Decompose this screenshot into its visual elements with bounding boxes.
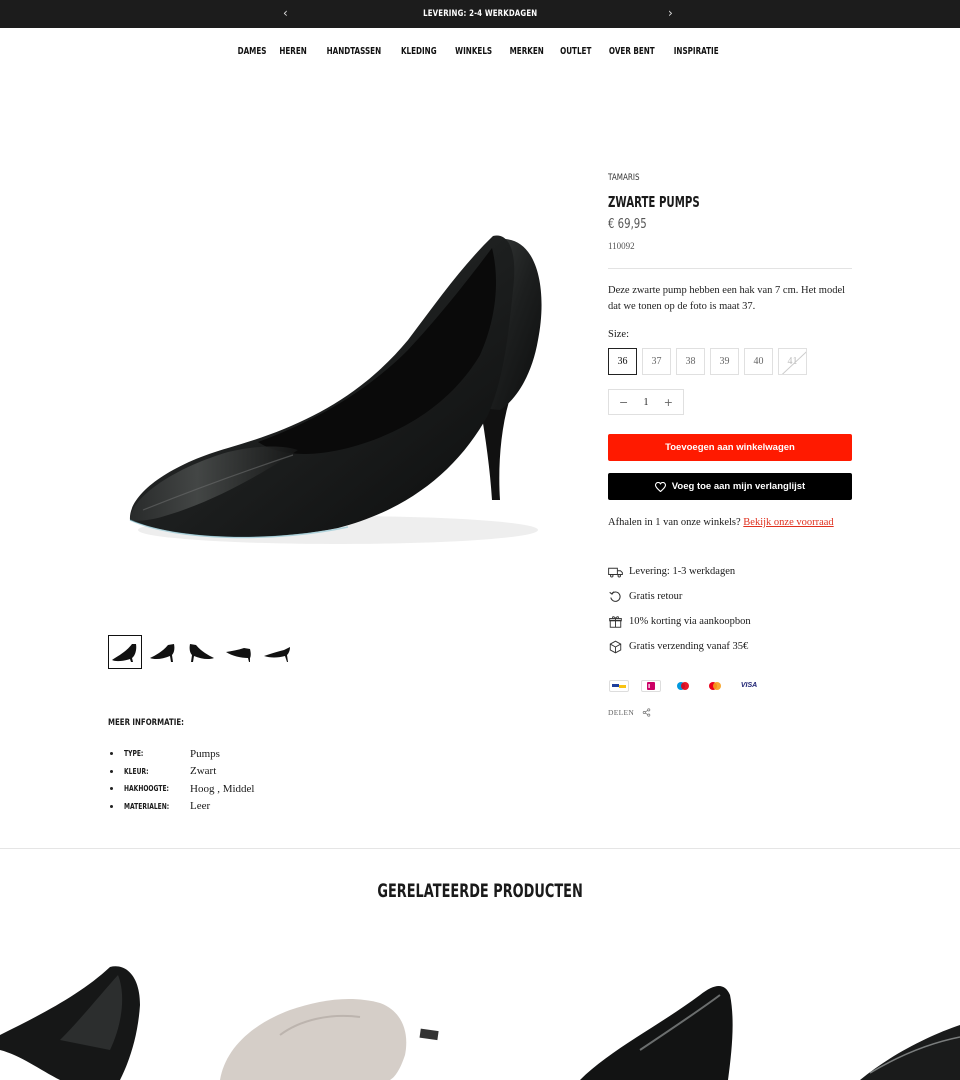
gift-icon [609,615,622,628]
next-announcement-button[interactable]: › [668,6,673,20]
wishlist-label: Voeg toe aan mijn verlanglijst [671,481,806,492]
share-button[interactable]: DELEN [608,708,651,717]
related-product-4-image[interactable] [860,1025,960,1080]
share-icon [642,708,651,717]
size-selector: 36 37 38 39 40 41 [608,348,807,375]
info-value: Pumps [190,747,220,760]
info-row-kleur: KLEUR: Zwart [110,763,254,781]
product-brand[interactable]: TAMARIS [608,173,640,183]
visa-icon: VISA [736,678,762,693]
related-product-3-image[interactable] [580,986,733,1080]
usp-text: Gratis retour [629,591,683,602]
nav-dames[interactable]: DAMES [238,46,267,57]
related-product-1-image[interactable] [0,966,140,1080]
size-option-36[interactable]: 36 [608,348,637,375]
nav-winkels[interactable]: WINKELS [455,46,492,57]
info-key: KLEUR: [124,766,149,776]
nav-handtassen[interactable]: HANDTASSEN [327,46,382,57]
related-products-title: GERELATEERDE PRODUCTEN [377,880,583,902]
thumbnail-5[interactable] [260,635,294,669]
size-option-40[interactable]: 40 [744,348,773,375]
product-sku: 110092 [608,241,635,251]
nav-merken[interactable]: MERKEN [510,46,544,57]
mastercard-icon [704,678,726,693]
info-key: HAKHOOGTE: [124,784,169,794]
bullet [110,804,113,808]
thumbnail-strip [108,635,294,669]
info-key: TYPE: [124,749,144,759]
return-icon [609,590,621,602]
announcement-text: LEVERING: 2-4 WERKDAGEN [422,9,538,19]
quantity-value[interactable]: 1 [644,397,649,408]
bullet [110,752,113,756]
product-price: € 69,95 [608,217,647,232]
thumbnail-2[interactable] [146,635,180,669]
add-to-wishlist-button[interactable]: Voeg toe aan mijn verlanglijst [608,473,852,500]
thumbnail-3[interactable] [184,635,218,669]
product-title: ZWARTE PUMPS [608,193,700,211]
size-option-39[interactable]: 39 [710,348,739,375]
announcement-bar: ‹ LEVERING: 2-4 WERKDAGEN › [0,0,960,28]
size-option-38[interactable]: 38 [676,348,705,375]
related-products-heading: GERELATEERDE PRODUCTEN [0,880,960,902]
view-stock-link[interactable]: Bekijk onze voorraad [743,517,833,528]
product-main-image[interactable] [108,170,578,610]
main-navigation: DAMES HEREN HANDTASSEN KLEDING WINKELS M… [0,46,960,57]
usp-text: 10% korting via aankoopbon [629,616,751,627]
info-value: Hoog , Middel [190,782,255,795]
usp-text: Gratis verzending vanaf 35€ [629,641,749,652]
product-description: Deze zwarte pump hebben een hak van 7 cm… [608,285,846,312]
prev-announcement-button[interactable]: ‹ [283,6,288,20]
section-divider [0,848,960,849]
ideal-icon [640,678,662,693]
nav-inspiratie[interactable]: INSPIRATIE [674,46,719,57]
bancontact-icon [608,678,630,693]
usp-item: Gratis retour [608,584,751,609]
quantity-decrease-button[interactable]: − [619,396,628,409]
more-info-title: MEER INFORMATIE: [108,718,184,728]
payment-methods: VISA [608,678,762,693]
pickup-text: Afhalen in 1 van onze winkels? [608,517,741,528]
info-value: Leer [190,800,211,813]
nav-kleding[interactable]: KLEDING [401,46,437,57]
size-label: Size: [608,329,629,340]
usp-item: Levering: 1-3 werkdagen [608,559,751,584]
divider [608,268,852,269]
usp-item: 10% korting via aankoopbon [608,609,751,634]
nav-outlet[interactable]: OUTLET [560,46,591,57]
usp-item: Gratis verzending vanaf 35€ [608,634,751,659]
visa-text: VISA [740,682,758,689]
thumbnail-1[interactable] [108,635,142,669]
box-icon [609,640,622,653]
truck-icon [608,567,623,577]
nav-heren[interactable]: HEREN [280,46,307,57]
more-info-list: TYPE: Pumps KLEUR: Zwart HAKHOOGTE: Hoog , … [110,745,254,815]
share-label: DELEN [608,708,635,717]
nav-over-bent[interactable]: OVER BENT [609,46,655,57]
bullet [110,769,113,773]
maestro-icon [672,678,694,693]
thumbnail-4[interactable] [222,635,256,669]
add-to-cart-button[interactable]: Toevoegen aan winkelwagen [608,434,852,461]
info-row-materialen: MATERIALEN: Leer [110,798,254,816]
info-row-type: TYPE: Pumps [110,745,254,763]
info-key: MATERIALEN: [124,801,170,811]
size-option-37[interactable]: 37 [642,348,671,375]
usp-text: Levering: 1-3 werkdagen [629,566,736,577]
info-value: Zwart [190,765,217,778]
heart-icon [654,481,666,492]
quantity-increase-button[interactable]: + [664,396,673,409]
bullet [110,787,113,791]
quantity-stepper: − 1 + [608,389,684,415]
related-product-2-image[interactable] [220,999,439,1080]
info-row-hakhoogte: HAKHOOGTE: Hoog , Middel [110,780,254,798]
pickup-info: Afhalen in 1 van onze winkels? Bekijk on… [608,517,834,528]
related-products-carousel [0,955,960,1080]
size-option-41-unavailable[interactable]: 41 [778,348,807,375]
usp-list: Levering: 1-3 werkdagen Gratis retour 10… [608,559,751,659]
